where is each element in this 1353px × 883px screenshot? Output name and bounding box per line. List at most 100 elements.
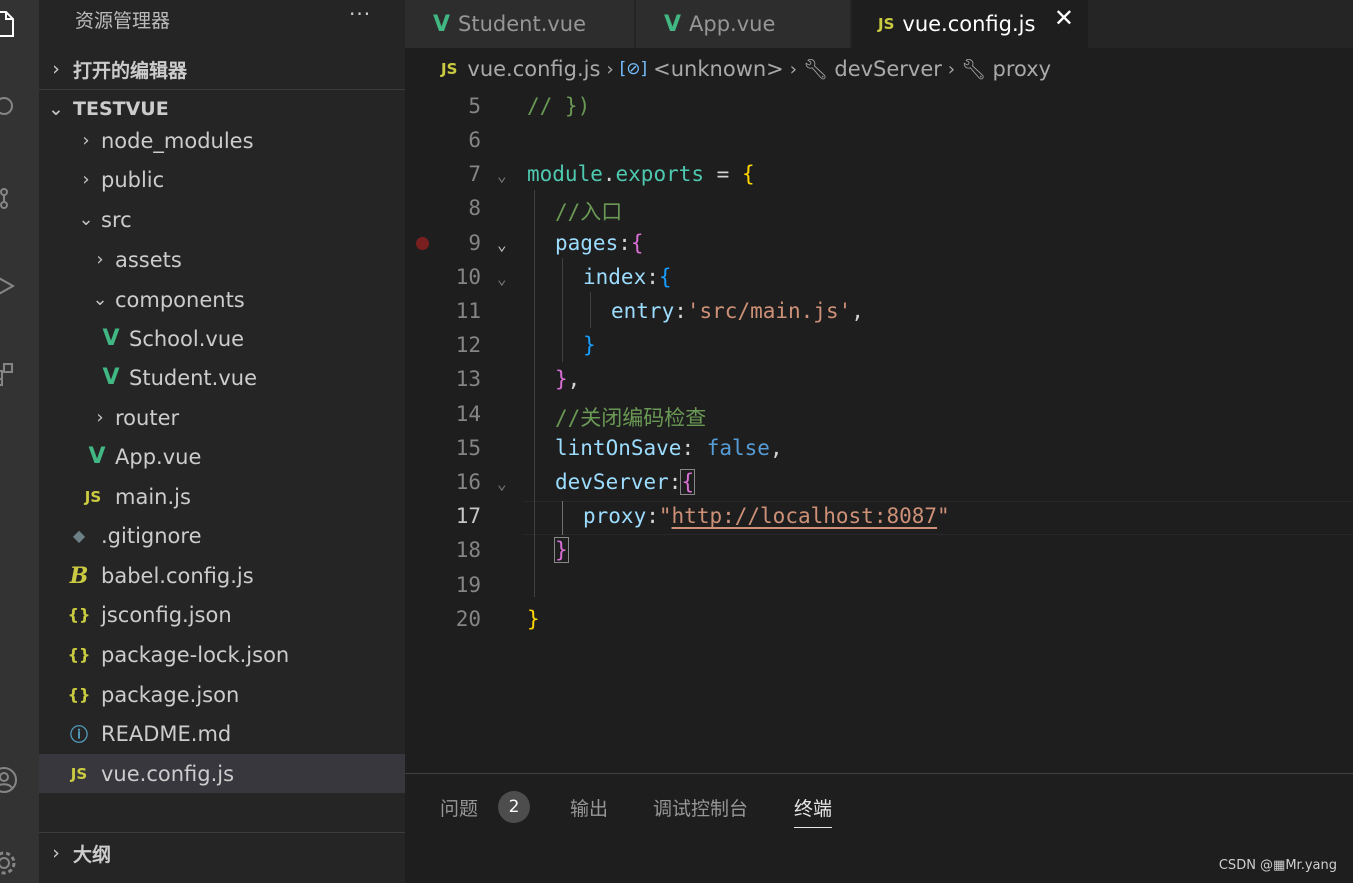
code-token: exports xyxy=(615,162,705,186)
tree-item-label: README.md xyxy=(101,721,232,746)
tree-item-label: package.json xyxy=(101,682,240,707)
tree-item-vue-config[interactable]: JS vue.config.js xyxy=(39,754,405,793)
panel-tab-terminal[interactable]: 终端 xyxy=(794,794,833,828)
code-token: 'src/main.js' xyxy=(686,299,852,323)
breadcrumb-symbol[interactable]: proxy xyxy=(993,57,1052,81)
tab-app-vue[interactable]: V App.vue xyxy=(636,0,851,48)
tree-item-assets[interactable]: › assets xyxy=(39,240,405,279)
section-divider xyxy=(39,832,405,833)
tree-item-src[interactable]: ⌄ src xyxy=(39,200,405,239)
js-file-icon: JS xyxy=(878,15,895,33)
tab-label: Student.vue xyxy=(458,12,587,36)
line-number: 8 xyxy=(468,196,481,220)
chevron-down-icon: ⌄ xyxy=(78,209,94,230)
tree-item-router[interactable]: › router xyxy=(39,398,405,437)
activity-bar xyxy=(0,0,39,883)
line-number: 9 xyxy=(468,231,481,255)
tree-item-label: .gitignore xyxy=(101,523,202,548)
tree-item-label: babel.config.js xyxy=(101,563,254,588)
tree-item-node-modules[interactable]: › node_modules xyxy=(39,121,405,160)
tree-item-package-lock[interactable]: {} package-lock.json xyxy=(39,635,405,674)
tree-item-app-vue[interactable]: V App.vue xyxy=(39,437,405,476)
breadcrumb-symbol[interactable]: <unknown> xyxy=(653,57,784,81)
json-file-icon: {} xyxy=(67,605,91,624)
code-token: : xyxy=(646,265,659,289)
explorer-icon[interactable] xyxy=(0,6,22,42)
tree-item-label: vue.config.js xyxy=(101,761,235,786)
panel-tab-output[interactable]: 输出 xyxy=(570,794,608,828)
line-number: 15 xyxy=(455,436,481,460)
tree-item-gitignore[interactable]: ◆ .gitignore xyxy=(39,516,405,555)
code-token: index xyxy=(583,265,647,289)
extensions-icon[interactable] xyxy=(0,356,22,392)
tab-label: vue.config.js xyxy=(902,12,1036,36)
code-token: : xyxy=(646,504,659,528)
tree-item-package-json[interactable]: {} package.json xyxy=(39,675,405,714)
tab-vue-config-js[interactable]: JS vue.config.js ✕ xyxy=(852,0,1089,48)
vue-file-icon: V xyxy=(88,444,106,469)
section-outline[interactable]: › 大纲 xyxy=(39,834,405,872)
symbol-variable-icon: [⊘] xyxy=(619,59,648,79)
section-open-editors[interactable]: › 打开的编辑器 xyxy=(39,50,405,88)
line-number: 14 xyxy=(455,402,481,426)
code-line: pages:{ xyxy=(555,231,644,255)
chevron-right-icon: › xyxy=(52,58,60,80)
code-token: false xyxy=(706,436,770,460)
code-editor[interactable]: 5 6 7 8 9 10 11 12 13 14 15 16 17 18 19 … xyxy=(405,90,1353,773)
tree-item-jsconfig[interactable]: {} jsconfig.json xyxy=(39,595,405,634)
breakpoint-dot[interactable] xyxy=(416,237,429,250)
code-token: { xyxy=(630,231,644,255)
line-number: 7 xyxy=(468,162,481,186)
tree-item-label: components xyxy=(115,287,245,312)
fold-chevron-icon[interactable]: ⌄ xyxy=(497,269,507,288)
breadcrumb: JS vue.config.js › [⊘] <unknown> › 🔧︎ de… xyxy=(405,48,1353,90)
breadcrumb-symbol[interactable]: devServer xyxy=(834,57,942,81)
sidebar-title: 资源管理器 xyxy=(75,10,171,32)
code-token: lintOnSave xyxy=(555,436,682,460)
tree-item-label: App.vue xyxy=(115,444,202,469)
search-icon[interactable] xyxy=(0,90,22,126)
code-token: = xyxy=(704,162,742,186)
tree-item-school-vue[interactable]: V School.vue xyxy=(39,319,405,358)
chevron-right-icon: › xyxy=(789,58,797,80)
tree-item-student-vue[interactable]: V Student.vue xyxy=(39,358,405,397)
more-actions-icon[interactable]: ··· xyxy=(349,2,371,26)
tree-item-readme[interactable]: ⓘ README.md xyxy=(39,714,405,753)
tree-item-public[interactable]: › public xyxy=(39,160,405,199)
source-control-icon[interactable] xyxy=(0,180,22,216)
run-debug-icon[interactable] xyxy=(0,268,22,304)
code-line: //入口 xyxy=(555,200,623,224)
breadcrumb-file[interactable]: vue.config.js xyxy=(467,57,600,81)
info-icon: ⓘ xyxy=(70,724,88,746)
tree-item-components[interactable]: ⌄ components xyxy=(39,280,405,319)
vue-file-icon: V xyxy=(102,326,120,351)
code-token: pages xyxy=(555,231,619,255)
tree-item-babel-config[interactable]: B babel.config.js xyxy=(39,556,405,595)
tab-student-vue[interactable]: V Student.vue xyxy=(405,0,635,48)
tree-item-label: assets xyxy=(115,247,182,272)
fold-chevron-icon[interactable]: ⌄ xyxy=(497,235,507,254)
code-token: " xyxy=(937,504,950,528)
accounts-icon[interactable] xyxy=(0,762,22,798)
close-icon[interactable]: ✕ xyxy=(1054,4,1074,32)
fold-chevron-icon[interactable]: ⌄ xyxy=(497,474,507,493)
panel-tab-problems[interactable]: 问题 xyxy=(440,794,478,828)
code-token: proxy xyxy=(583,504,647,528)
panel-tab-debug-console[interactable]: 调试控制台 xyxy=(653,794,748,828)
sidebar-header: 资源管理器 ··· xyxy=(39,0,405,38)
code-token: { xyxy=(658,265,672,289)
code-line: entry:'src/main.js', xyxy=(611,299,864,323)
chevron-down-icon: ⌄ xyxy=(48,98,64,120)
settings-gear-icon[interactable] xyxy=(0,845,22,881)
tree-item-main-js[interactable]: JS main.js xyxy=(39,477,405,516)
section-label: 打开的编辑器 xyxy=(73,59,188,82)
code-token: : xyxy=(674,299,687,323)
js-file-icon: JS xyxy=(441,60,458,78)
fold-chevron-icon[interactable]: ⌄ xyxy=(497,166,507,185)
line-number: 18 xyxy=(455,538,481,562)
code-token: , xyxy=(851,299,864,323)
indent-guide xyxy=(562,258,563,362)
line-number: 12 xyxy=(455,333,481,357)
code-token: . xyxy=(602,162,616,186)
git-file-icon: ◆ xyxy=(72,526,86,545)
